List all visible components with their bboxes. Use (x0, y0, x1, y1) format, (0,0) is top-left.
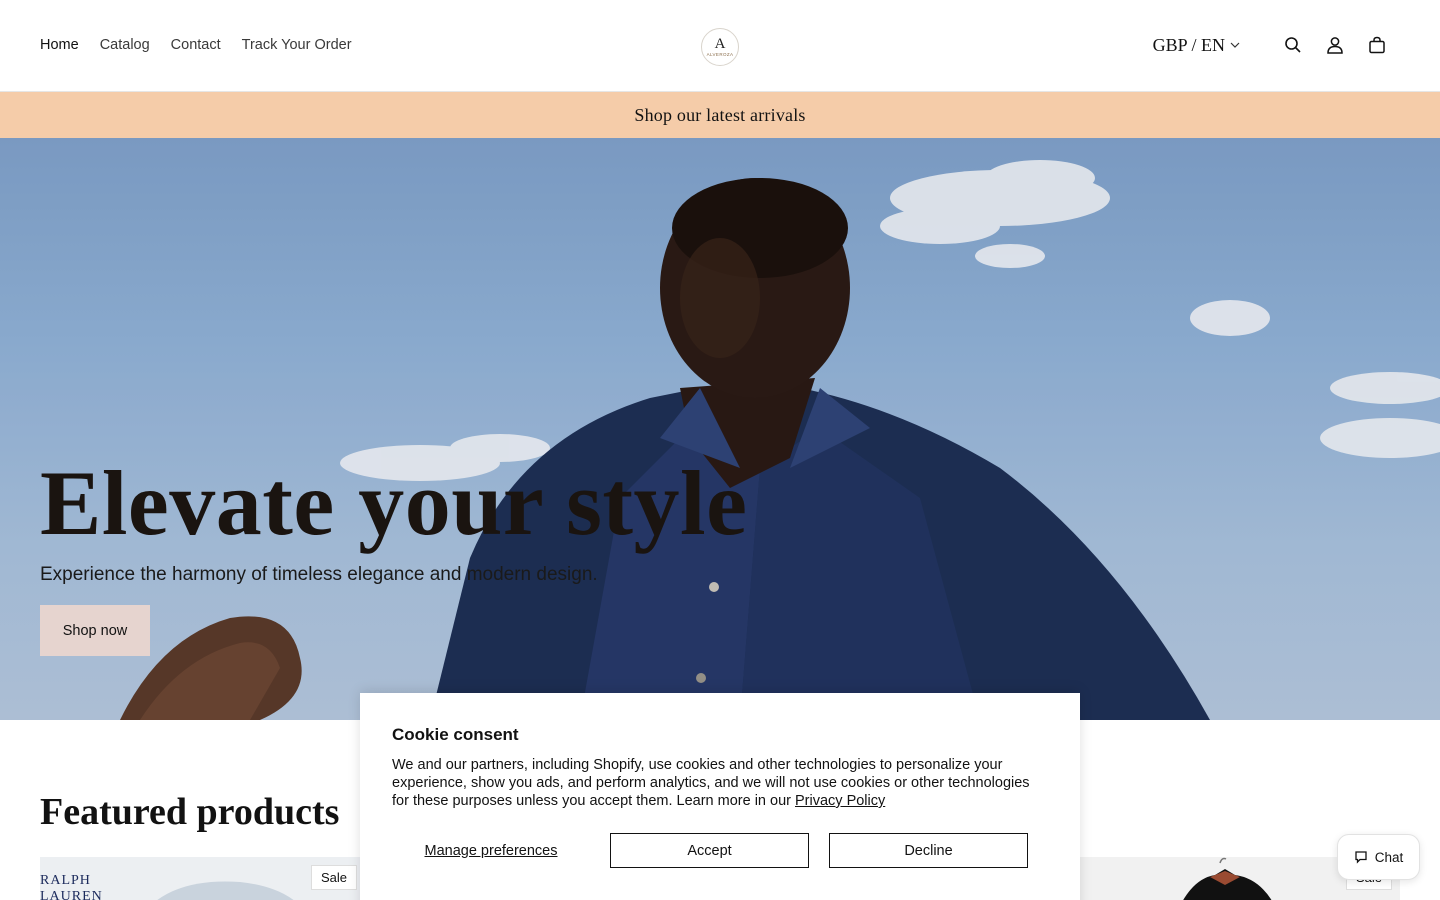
header-actions: GBP / EN (1153, 34, 1388, 56)
main-nav: Home Catalog Contact Track Your Order (40, 37, 352, 53)
cookie-actions: Manage preferences Accept Decline (392, 833, 1048, 868)
shop-now-button[interactable]: Shop now (40, 605, 150, 656)
chevron-down-icon (1230, 42, 1240, 48)
logo-wordmark: ALVEROZA (706, 52, 734, 57)
accept-button[interactable]: Accept (610, 833, 809, 868)
hero-banner: Elevate your style Experience the harmon… (0, 138, 1440, 720)
hero-subtitle: Experience the harmony of timeless elega… (40, 564, 598, 585)
search-button[interactable] (1282, 34, 1304, 56)
nav-catalog-link[interactable]: Catalog (100, 37, 150, 53)
hero-image (0, 138, 1440, 720)
logo-mark: A (714, 36, 726, 52)
chat-button[interactable]: Chat (1337, 834, 1420, 880)
account-icon (1327, 37, 1343, 54)
search-icon (1285, 37, 1301, 53)
featured-products-title: Featured products (40, 791, 340, 833)
decline-button[interactable]: Decline (829, 833, 1028, 868)
privacy-policy-link[interactable]: Privacy Policy (795, 793, 885, 809)
cart-button[interactable] (1366, 34, 1388, 56)
cart-icon (1369, 36, 1385, 54)
locale-label: GBP / EN (1152, 34, 1225, 55)
cookie-body: We and our partners, including Shopify, … (392, 757, 1030, 809)
locale-selector[interactable]: GBP / EN (1153, 35, 1240, 56)
account-button[interactable] (1324, 34, 1346, 56)
site-logo[interactable]: A ALVEROZA (701, 28, 739, 66)
site-header: Home Catalog Contact Track Your Order A … (0, 0, 1440, 92)
cookie-consent-dialog: Cookie consent We and our partners, incl… (360, 693, 1080, 900)
chat-label: Chat (1374, 849, 1404, 865)
announcement-text: Shop our latest arrivals (634, 104, 806, 125)
hero-title: Elevate your style (40, 452, 748, 554)
chat-icon (1355, 851, 1367, 864)
product-card[interactable]: RALPH LAUREN Sale (40, 857, 360, 900)
sale-badge: Sale (310, 865, 357, 890)
announcement-bar[interactable]: Shop our latest arrivals (0, 92, 1440, 138)
cookie-title: Cookie consent (392, 725, 519, 744)
product-brand-text: RALPH LAUREN (40, 873, 103, 900)
manage-preferences-button[interactable]: Manage preferences (392, 833, 590, 868)
nav-contact-link[interactable]: Contact (171, 37, 221, 53)
nav-track-order-link[interactable]: Track Your Order (242, 37, 352, 53)
nav-home-link[interactable]: Home (40, 37, 79, 53)
